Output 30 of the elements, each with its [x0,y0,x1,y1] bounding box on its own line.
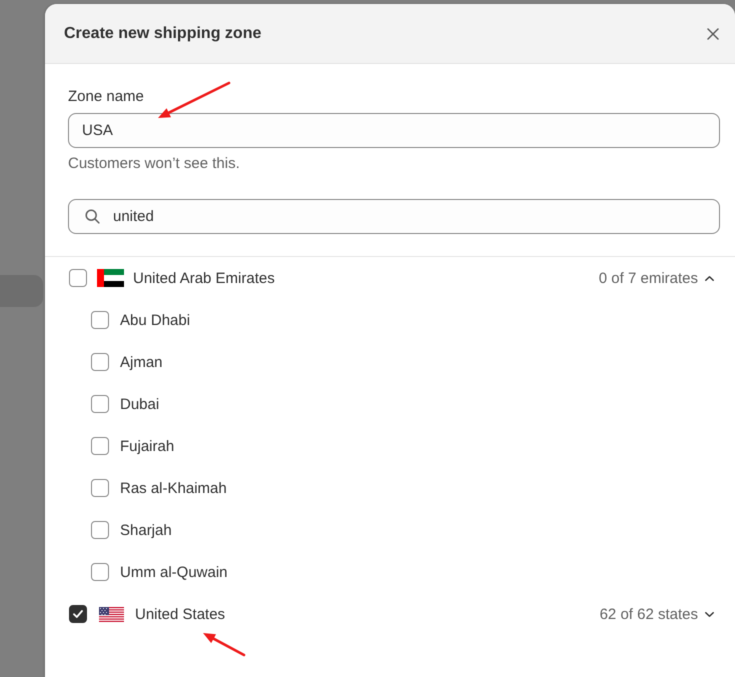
checkbox[interactable] [91,311,109,329]
search-field[interactable]: united [68,199,720,234]
country-name: United States [135,606,226,622]
region-name: Sharjah [120,522,172,538]
region-name: Dubai [120,396,160,412]
flag-icon [99,606,124,622]
checkbox[interactable] [91,479,109,497]
checkbox[interactable] [91,353,109,371]
flag-icon [97,269,124,287]
help-text: Customers won’t see this. [68,155,240,173]
region-name: Ajman [120,354,163,370]
expand-toggle[interactable]: 0 of 7 emirates [598,270,720,286]
region-name: Umm al-Quwain [120,564,228,580]
checkbox[interactable] [91,395,109,413]
check-icon [73,610,83,618]
search-icon [85,209,100,224]
expand-toggle[interactable]: 62 of 62 states [600,606,720,622]
region-name: Fujairah [120,438,174,454]
close-icon [707,28,719,40]
country-name: United Arab Emirates [133,270,275,286]
zone-name-input[interactable]: USA [68,113,720,148]
checkbox[interactable] [91,437,109,455]
checkbox[interactable] [69,605,87,623]
region-name: Abu Dhabi [120,312,190,328]
checkbox[interactable] [91,563,109,581]
field-label: Zone name [68,88,144,106]
checkbox[interactable] [69,269,87,287]
checkbox[interactable] [91,521,109,539]
dialog-title: Create new shipping zone [64,24,262,42]
region-name: Ras al-Khaimah [120,480,227,496]
